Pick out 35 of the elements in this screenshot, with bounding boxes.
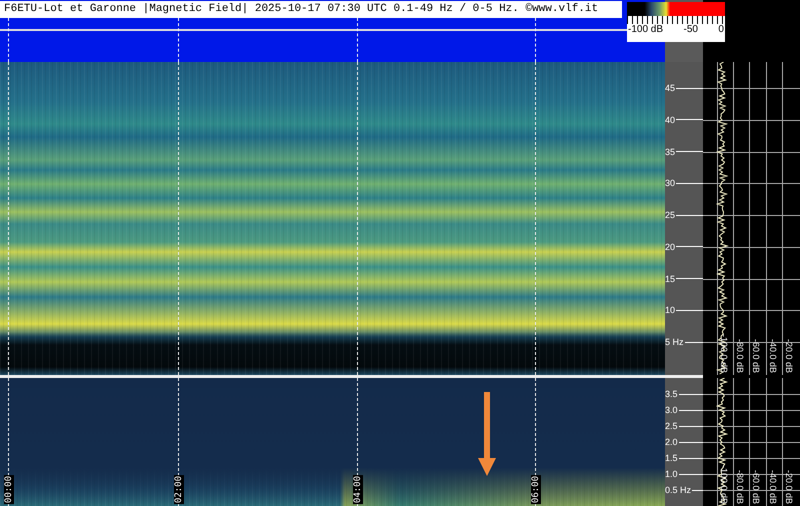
frequency-label: 1.5 xyxy=(665,453,678,463)
frequency-label: 2.5 xyxy=(665,421,678,431)
time-label: 06:00 xyxy=(531,474,541,504)
time-label: 02:00 xyxy=(174,474,184,504)
scale-label: 0 xyxy=(718,24,724,35)
db-label: -40.0 dB xyxy=(768,470,778,504)
db-label: -100.0 dB xyxy=(719,334,729,373)
db-label: -40.0 dB xyxy=(768,338,778,373)
time-label: 00:00 xyxy=(4,474,14,504)
frequency-label: 2.0 xyxy=(665,437,678,447)
scale-label: -50 xyxy=(684,24,698,35)
frequency-label: 3.5 xyxy=(665,389,678,399)
chart-title: F6ETU-Lot et Garonne |Magnetic Field| 2025-10-17 07:30 UTC 0.1-49 Hz / 0-5 Hz. ©www.vlf.it xyxy=(0,1,622,18)
db-label: -20.0 dB xyxy=(784,338,794,373)
db-label: -60.0 dB xyxy=(751,338,761,373)
frequency-label: 1.0 xyxy=(665,469,678,479)
arrow-icon xyxy=(478,392,496,476)
frequency-label: 15 xyxy=(665,274,676,284)
frequency-label: 0.5 Hz xyxy=(665,485,692,495)
frequency-label: 10 xyxy=(665,305,676,316)
frequency-label: 35 xyxy=(665,146,676,156)
db-label: -20.0 dB xyxy=(784,470,794,504)
frequency-label: 25 xyxy=(665,210,676,220)
db-label: -60.0 dB xyxy=(751,470,761,504)
frequency-label: 3.0 xyxy=(665,405,678,415)
frequency-label: 45 xyxy=(665,83,676,93)
frequency-label: 30 xyxy=(665,178,676,188)
db-label: -80.0 dB xyxy=(735,470,745,504)
db-label: -100.0 dB xyxy=(719,464,729,504)
time-label: 04:00 xyxy=(353,474,363,504)
db-label: -80.0 dB xyxy=(735,338,745,373)
frequency-label: 20 xyxy=(665,242,676,252)
scale-label: -100 dB xyxy=(628,24,664,35)
frequency-label: 40 xyxy=(665,114,676,125)
frequency-label: 5 Hz xyxy=(665,337,684,347)
